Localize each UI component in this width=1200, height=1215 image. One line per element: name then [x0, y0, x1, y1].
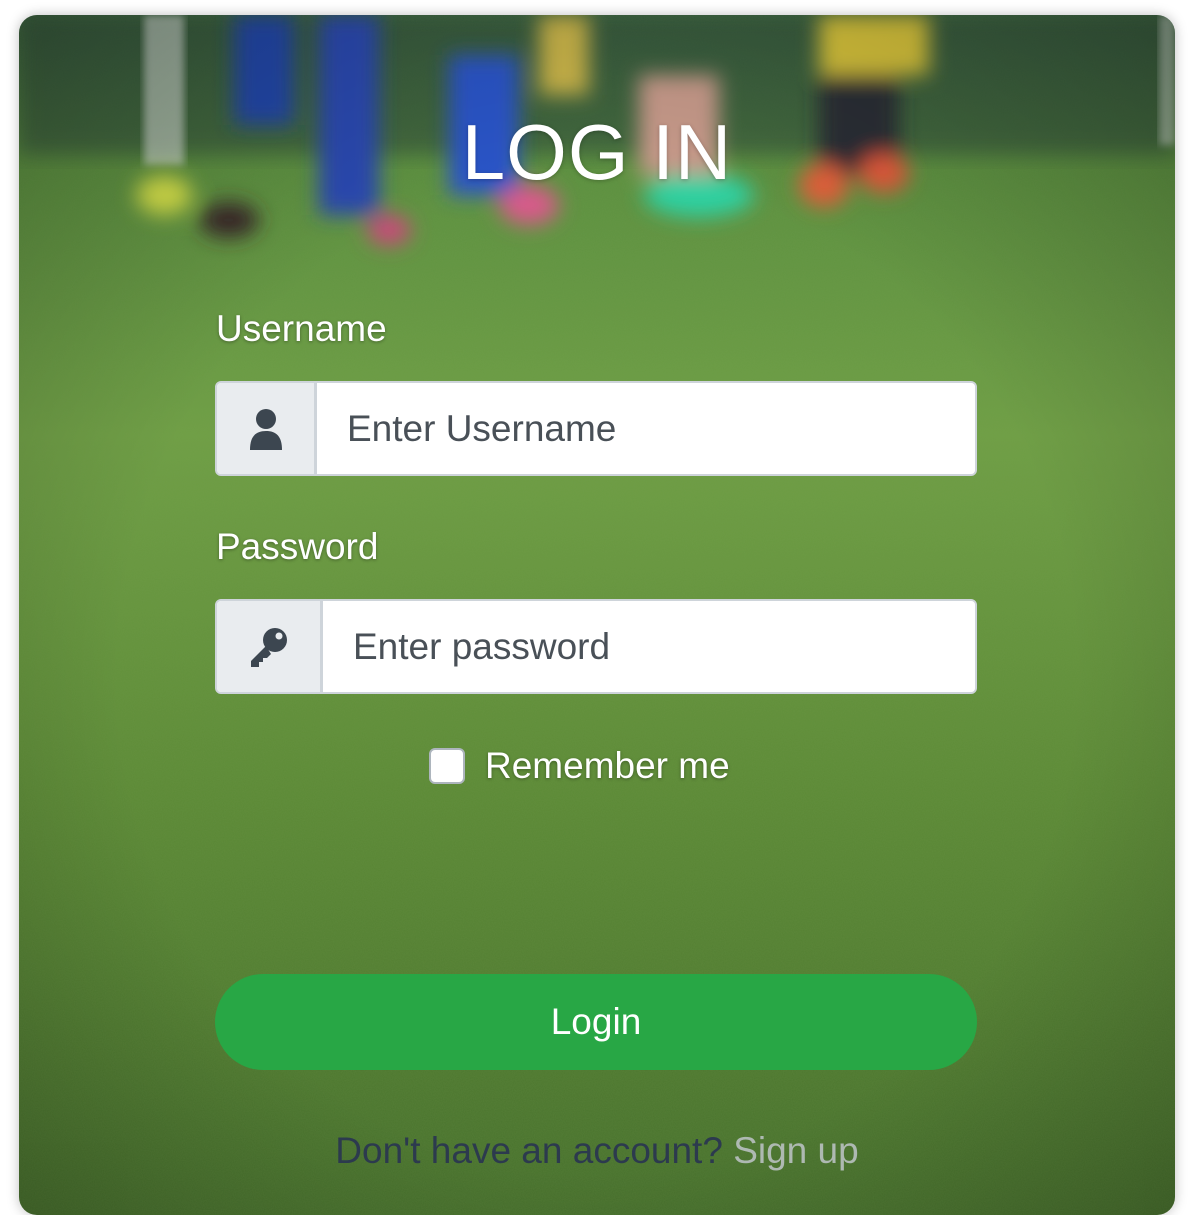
remember-me-checkbox[interactable]: [429, 748, 465, 784]
login-card: LOG IN Username Password Remember me Log…: [19, 15, 1175, 1215]
page-title: LOG IN: [461, 108, 733, 196]
signup-prompt-text: Don't have an account?: [335, 1130, 723, 1171]
password-input-group: [215, 599, 977, 694]
signup-link[interactable]: Sign up: [733, 1130, 859, 1171]
key-icon: [217, 601, 323, 692]
user-icon: [217, 383, 317, 474]
password-label: Password: [216, 526, 379, 567]
remember-me-row: Remember me: [429, 745, 730, 787]
username-label: Username: [216, 308, 387, 349]
signup-prompt: Don't have an account? Sign up: [19, 1130, 1175, 1172]
username-input[interactable]: [317, 383, 975, 474]
remember-me-label[interactable]: Remember me: [485, 745, 730, 787]
password-input[interactable]: [323, 601, 975, 692]
username-input-group: [215, 381, 977, 476]
login-button[interactable]: Login: [215, 974, 977, 1070]
